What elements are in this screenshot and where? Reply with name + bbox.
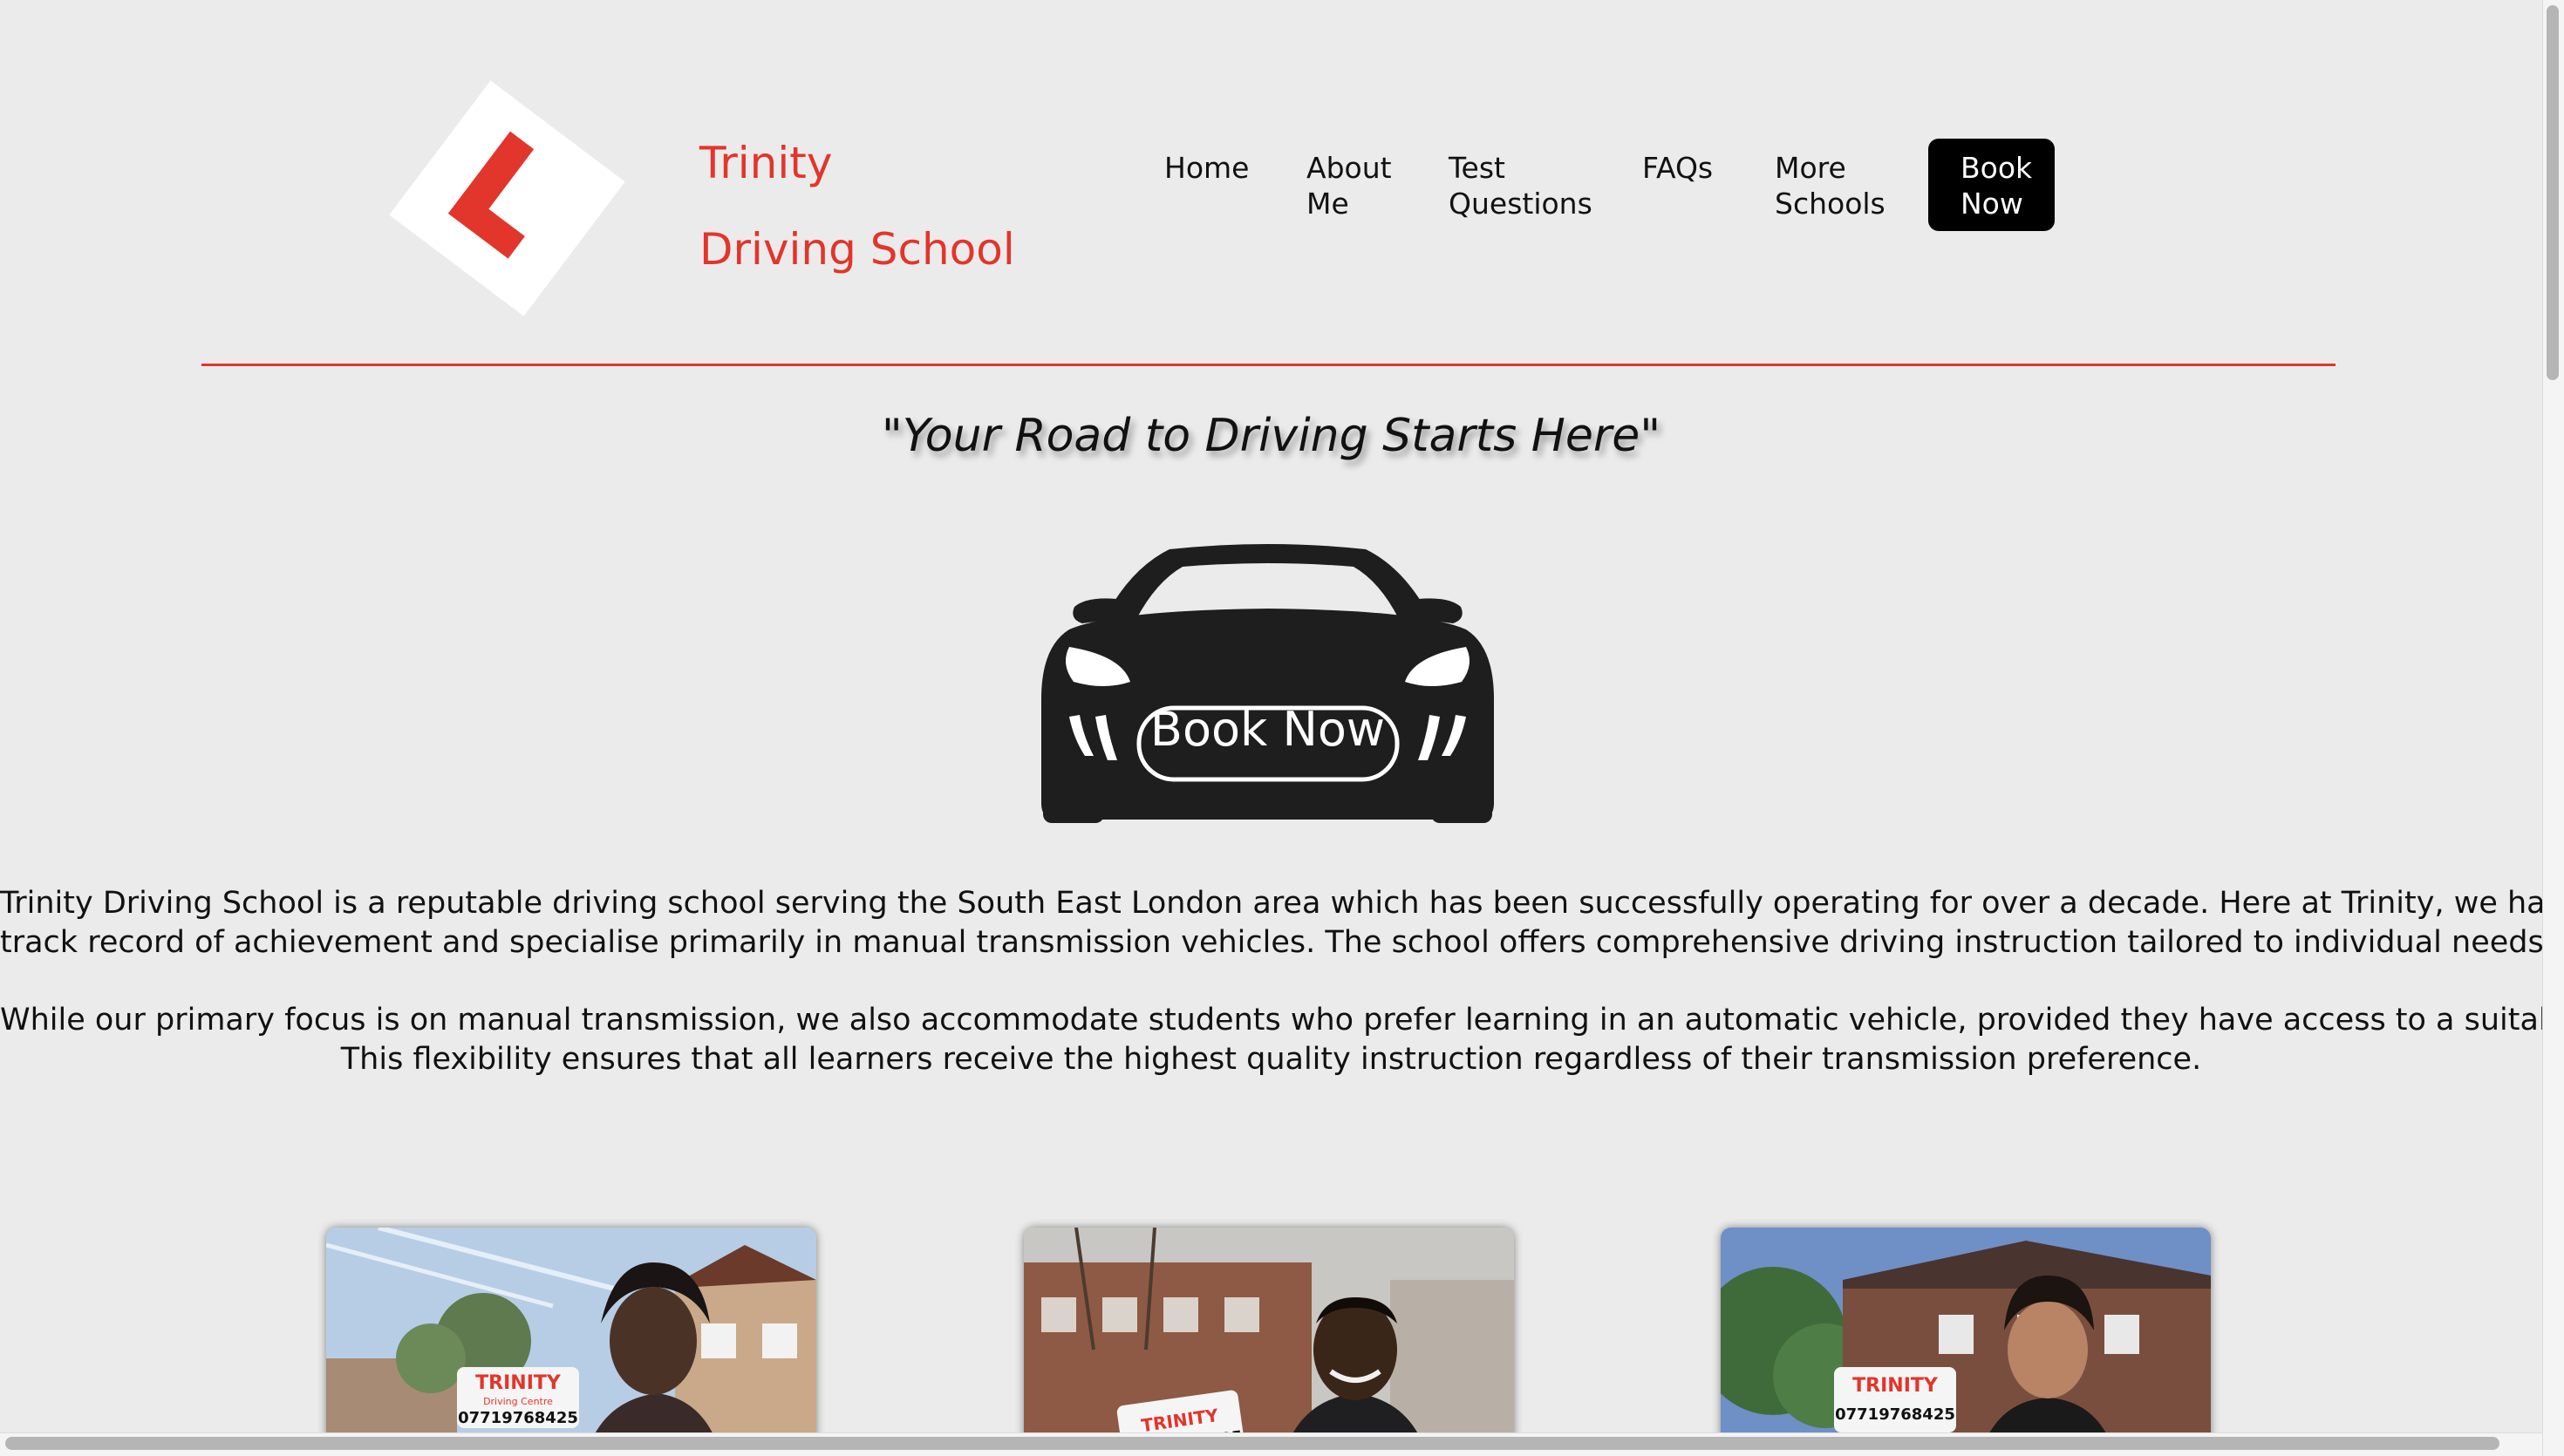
tagline: "Your Road to Driving Starts Here" xyxy=(881,410,1661,462)
page: Trinity Driving School Home About Me Tes… xyxy=(0,0,2564,1456)
roof-sign-title-3: TRINITY xyxy=(1852,1375,1939,1397)
student-photo-1-image: TRINITY Driving Centre 07719768425 xyxy=(326,1228,816,1456)
nav-faqs-label: FAQs xyxy=(1642,151,1714,185)
nav-test-questions[interactable]: Test Questions xyxy=(1449,150,1640,221)
car-front-icon xyxy=(1041,544,1494,823)
student-photo-card-3[interactable]: TRINITY 07719768425 xyxy=(1721,1228,2211,1456)
car-button-label: Book Now xyxy=(1149,702,1386,757)
student-photo-3-image: TRINITY 07719768425 xyxy=(1721,1228,2211,1456)
nav-home-label: Home xyxy=(1164,151,1250,185)
horizontal-scrollbar-thumb[interactable] xyxy=(5,1437,2499,1450)
nav-book-label-2: Now xyxy=(1961,187,2023,221)
student-photo-2-image: TRINITY 07719768425 xyxy=(1024,1228,1514,1456)
car-book-now-button[interactable]: Book Now xyxy=(1034,542,1501,823)
roof-sign-phone-1: 07719768425 xyxy=(458,1409,578,1427)
brand-subtitle: Driving School xyxy=(699,224,1015,275)
header-divider xyxy=(201,364,2336,366)
roof-sign-title-1: TRINITY xyxy=(475,1372,562,1394)
roof-sign-phone-3: 07719768425 xyxy=(1835,1405,1955,1424)
student-photo-card-1[interactable]: TRINITY Driving Centre 07719768425 xyxy=(326,1228,816,1456)
intro-p2-line-2: This flexibility ensures that all learne… xyxy=(340,1042,2202,1077)
intro-p1-line-2: track record of achievement and speciali… xyxy=(0,925,2554,960)
nav-test-label-2: Questions xyxy=(1449,187,1592,221)
roof-sign-sub-1: Driving Centre xyxy=(483,1396,553,1407)
l-plate-logo-icon[interactable] xyxy=(384,75,631,322)
intro-p1-line-1: Trinity Driving School is a reputable dr… xyxy=(0,886,2564,921)
nav-book-now-button[interactable]: Book Now xyxy=(1928,139,2055,231)
intro-p2-line-1: While our primary focus is on manual tra… xyxy=(0,1003,2564,1038)
brand-name: Trinity xyxy=(699,138,833,188)
nav-book-label-1: Book xyxy=(1961,151,2033,185)
vertical-scrollbar-thumb[interactable] xyxy=(2547,5,2559,380)
intro-paragraph-1: Trinity Driving School is a reputable dr… xyxy=(0,884,2564,963)
intro-paragraph-2: While our primary focus is on manual tra… xyxy=(0,1001,2564,1079)
nav-test-label-1: Test xyxy=(1449,151,1505,185)
student-photo-card-2[interactable]: TRINITY 07719768425 xyxy=(1024,1228,1514,1456)
